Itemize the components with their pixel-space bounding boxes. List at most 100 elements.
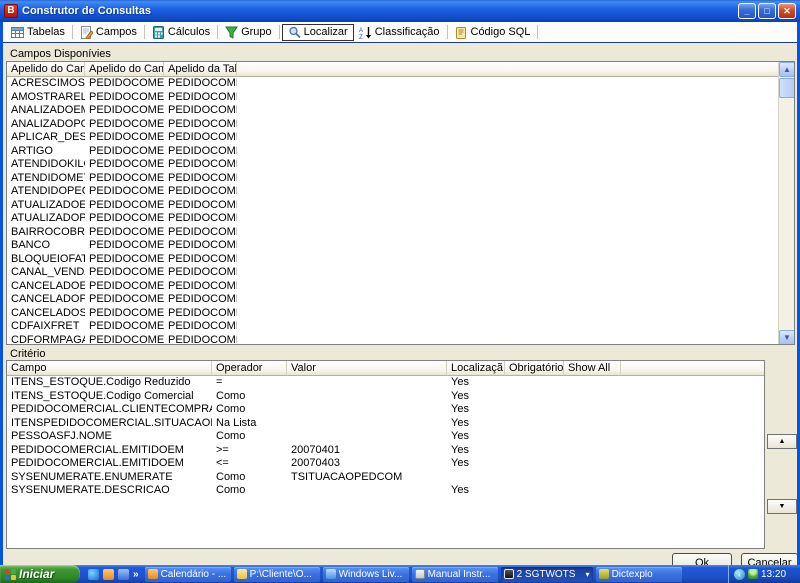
taskbar-button[interactable]: P:\Cliente\O... — [234, 567, 320, 582]
column-header[interactable]: Valor — [287, 361, 447, 376]
tab-campos[interactable]: Campos — [75, 24, 142, 41]
taskbar-button[interactable]: Windows Liv... — [323, 567, 409, 582]
taskbar-button[interactable]: 2 SGTWOTS▾ — [501, 567, 593, 582]
cell: BLOQUEIOFAT... — [7, 253, 85, 267]
move-down-button[interactable]: ▼ — [767, 499, 797, 514]
fields-scrollbar[interactable]: ▲ ▼ — [778, 62, 794, 345]
cell: Como — [212, 484, 287, 498]
column-header[interactable]: Obrigatório — [505, 361, 564, 376]
messenger-status-icon[interactable] — [748, 569, 758, 579]
column-header[interactable]: Apelido do Cam... — [85, 62, 164, 77]
scroll-up-arrow-icon[interactable]: ▲ — [779, 62, 795, 77]
tab-localizar[interactable]: Localizar — [282, 24, 354, 41]
table-row[interactable]: ITENS_ESTOQUE.Codigo ComercialComoYes — [7, 390, 764, 404]
table-row[interactable]: CANCELADOEMPEDIDOCOME...PEDIDOCOME... — [7, 280, 794, 294]
cell — [564, 484, 621, 498]
taskbar-button[interactable]: Calendário - ... — [145, 567, 231, 582]
cell: PEDIDOCOME... — [85, 293, 164, 307]
table-row[interactable]: PEDIDOCOMERCIAL.CLIENTECOMPRADORAComoYes — [7, 403, 764, 417]
fields-icon — [80, 26, 93, 39]
column-header[interactable]: Apelido do Campo — [7, 62, 85, 77]
table-row[interactable]: ANALIZADOPORPEDIDOCOME...PEDIDOCOME... — [7, 118, 794, 132]
cell: PEDIDOCOME... — [164, 253, 237, 267]
minimize-button[interactable]: _ — [738, 3, 756, 19]
table-row[interactable]: ATUALIZADOPORPEDIDOCOME...PEDIDOCOME... — [7, 212, 794, 226]
column-header[interactable]: Localizaçã... — [447, 361, 505, 376]
column-header[interactable]: Apelido da Tabe... — [164, 62, 237, 77]
scroll-down-arrow-icon[interactable]: ▼ — [779, 330, 795, 345]
table-row[interactable]: SYSENUMERATE.ENUMERATEComoTSITUACAOPEDCO… — [7, 471, 764, 485]
table-row[interactable]: CDFAIXFRETPEDIDOCOME...PEDIDOCOME... — [7, 320, 794, 334]
tab-classificacao[interactable]: AZ Classificação — [354, 24, 445, 41]
cell: PEDIDOCOME... — [164, 199, 237, 213]
table-row[interactable]: CDFORMPAGAPEDIDOCOME...PEDIDOCOME... — [7, 334, 794, 346]
table-row[interactable]: PEDIDOCOMERCIAL.EMITIDOEM<=20070403Yes — [7, 457, 764, 471]
table-row[interactable]: ITENS_ESTOQUE.Codigo Reduzido=Yes — [7, 376, 764, 390]
cell: PEDIDOCOME... — [85, 104, 164, 118]
cell: PEDIDOCOME... — [164, 239, 237, 253]
cell — [564, 430, 621, 444]
table-row[interactable]: ATUALIZADOEMPEDIDOCOME...PEDIDOCOME... — [7, 199, 794, 213]
tab-codigo-sql[interactable]: Código SQL — [450, 24, 536, 41]
tab-label: Cálculos — [168, 26, 210, 38]
chevron-overflow-icon[interactable]: » — [133, 569, 139, 580]
document-icon — [415, 569, 425, 579]
sql-document-icon — [455, 26, 468, 39]
table-row[interactable]: SYSENUMERATE.DESCRICAOComoYes — [7, 484, 764, 498]
toolbar-separator — [447, 25, 448, 39]
criteria-grid: CampoOperadorValorLocalizaçã...Obrigatór… — [6, 360, 765, 549]
table-row[interactable]: ITENSPEDIDOCOMERCIAL.SITUACAOITEMNa List… — [7, 417, 764, 431]
cell: PEDIDOCOME... — [85, 212, 164, 226]
cell: PEDIDOCOME... — [85, 320, 164, 334]
table-row[interactable]: BLOQUEIOFAT...PEDIDOCOME...PEDIDOCOME... — [7, 253, 794, 267]
funnel-icon — [225, 26, 238, 39]
table-row[interactable]: CANCELADOPORPEDIDOCOME...PEDIDOCOME... — [7, 293, 794, 307]
table-row[interactable]: PESSOASFJ.NOMEComoYes — [7, 430, 764, 444]
start-label: Iniciar — [19, 567, 54, 581]
cell — [564, 403, 621, 417]
cell: PEDIDOCOME... — [164, 320, 237, 334]
column-header-filler — [237, 62, 794, 77]
ok-button[interactable]: Ok — [672, 553, 732, 565]
table-row[interactable]: AMOSTRARELA...PEDIDOCOME...PEDIDOCOME... — [7, 91, 794, 105]
move-up-button[interactable]: ▲ — [767, 434, 797, 449]
group-dropdown-icon[interactable]: ▾ — [586, 570, 590, 579]
table-row[interactable]: BAIRROCOBRA...PEDIDOCOME...PEDIDOCOME... — [7, 226, 794, 240]
window-title: Construtor de Consultas — [22, 5, 738, 17]
table-row[interactable]: ARTIGOPEDIDOCOME...PEDIDOCOME... — [7, 145, 794, 159]
table-row[interactable]: ATENDIDOKILOSPEDIDOCOME...PEDIDOCOME... — [7, 158, 794, 172]
column-header[interactable]: Campo — [7, 361, 212, 376]
table-row[interactable]: ACRESCIMOS_F...PEDIDOCOME...PEDIDOCOME..… — [7, 77, 794, 91]
table-row[interactable]: ANALIZADOEMPEDIDOCOME...PEDIDOCOME... — [7, 104, 794, 118]
cell: PEDIDOCOME... — [85, 145, 164, 159]
cell: PEDIDOCOME... — [85, 172, 164, 186]
messenger-icon[interactable] — [118, 569, 129, 580]
table-row[interactable]: ATENDIDOPECASPEDIDOCOME...PEDIDOCOME... — [7, 185, 794, 199]
start-button[interactable]: Iniciar — [0, 565, 80, 583]
table-row[interactable]: CANCELADOSPEDIDOCOME...PEDIDOCOME... — [7, 307, 794, 321]
maximize-button[interactable]: □ — [758, 3, 776, 19]
app-group-icon — [504, 569, 514, 579]
cell: PEDIDOCOME... — [85, 118, 164, 132]
task-label: Dictexplo — [612, 569, 653, 580]
taskbar-button[interactable]: Dictexplo — [596, 567, 682, 582]
table-row[interactable]: ATENDIDOMET...PEDIDOCOME...PEDIDOCOME... — [7, 172, 794, 186]
tab-calculos[interactable]: Cálculos — [147, 24, 215, 41]
ie-icon[interactable] — [88, 569, 99, 580]
taskbar-button[interactable]: Manual Instr... — [412, 567, 498, 582]
table-row[interactable]: BANCOPEDIDOCOME...PEDIDOCOME... — [7, 239, 794, 253]
table-row[interactable]: PEDIDOCOMERCIAL.EMITIDOEM>=20070401Yes — [7, 444, 764, 458]
column-header[interactable]: Show All — [564, 361, 621, 376]
tray-collapse-icon[interactable]: ‹ — [734, 569, 745, 580]
scrollbar-thumb[interactable] — [779, 78, 795, 98]
tab-tabelas[interactable]: Tabelas — [6, 24, 70, 41]
table-row[interactable]: CANAL_VENDASPEDIDOCOME...PEDIDOCOME... — [7, 266, 794, 280]
cancel-button[interactable]: Cancelar — [741, 553, 797, 565]
cell — [505, 417, 564, 431]
cell: Yes — [447, 484, 505, 498]
close-button[interactable]: ✕ — [778, 3, 796, 19]
column-header[interactable]: Operador — [212, 361, 287, 376]
tab-grupo[interactable]: Grupo — [220, 24, 277, 41]
table-row[interactable]: APLICAR_DESC...PEDIDOCOME...PEDIDOCOME..… — [7, 131, 794, 145]
mail-icon[interactable] — [103, 569, 114, 580]
